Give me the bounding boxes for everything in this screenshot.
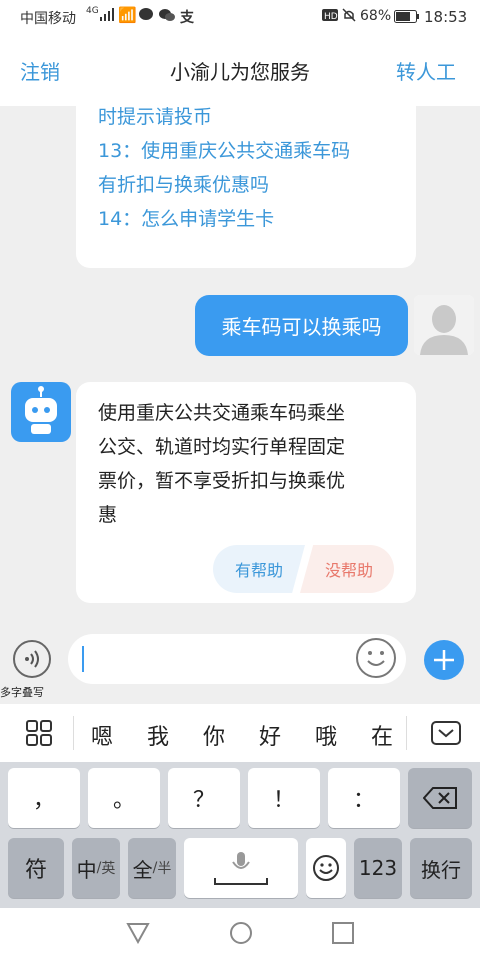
chat-area[interactable]: 时提示请投币 13：使用重庆公共交通乘车码 有折扣与换乘优惠吗 14：怎么申请学… <box>0 106 480 626</box>
symbol-key[interactable]: 符 <box>8 838 64 898</box>
half-width-label: 半 <box>157 861 172 877</box>
key-colon[interactable]: ： <box>328 768 400 828</box>
svg-text:HD: HD <box>324 12 338 22</box>
helpful-button[interactable]: 有帮助 <box>213 545 305 593</box>
signal-icon <box>100 8 114 26</box>
faq-bubble: 时提示请投币 13：使用重庆公共交通乘车码 有折扣与换乘优惠吗 14：怎么申请学… <box>76 106 416 268</box>
recent-apps-icon[interactable] <box>332 922 354 948</box>
numbers-key[interactable]: 123 <box>354 838 402 898</box>
hd-icon: HD <box>322 8 338 26</box>
faq-item[interactable]: 13：使用重庆公共交通乘车码 <box>98 134 350 168</box>
key-question[interactable]: ？ <box>168 768 240 828</box>
battery-percent: 68% <box>360 8 392 24</box>
smiley-icon <box>313 855 339 881</box>
candidate-word[interactable]: 你 <box>203 719 225 751</box>
key-comma[interactable]: ， <box>8 768 80 828</box>
divider <box>406 716 407 750</box>
bot-avatar <box>11 382 71 442</box>
width-toggle-key[interactable]: 全 / 半 <box>128 838 176 898</box>
bot-message-line: 惠 <box>98 504 118 526</box>
network-type: 4G <box>86 6 99 16</box>
backspace-icon <box>423 787 457 809</box>
faq-item[interactable]: 时提示请投币 <box>98 106 212 130</box>
enter-key[interactable]: 换行 <box>410 838 472 898</box>
message-input[interactable] <box>68 634 406 684</box>
alipay-icon: 支 <box>180 10 194 26</box>
user-avatar <box>414 295 474 355</box>
full-width-label: 全 <box>132 857 153 882</box>
mute-icon <box>342 8 356 26</box>
candidate-word[interactable]: 在 <box>371 719 393 751</box>
carrier-name: 中国移动 <box>20 11 76 27</box>
backspace-key[interactable] <box>408 768 472 828</box>
english-label: 英 <box>101 861 116 877</box>
title-bar: 注销 小渝儿为您服务 转人工 <box>0 34 480 106</box>
home-icon[interactable] <box>229 921 253 949</box>
voice-button[interactable] <box>13 640 51 678</box>
bot-message-line: 公交、轨道时均实行单程固定 <box>98 436 346 458</box>
key-exclaim[interactable]: ！ <box>248 768 320 828</box>
handwriting-mode-label[interactable]: 多字叠写 <box>0 684 44 700</box>
status-bar: 中国移动 4G 📶 支 HD 68% 18:53 <box>0 0 480 34</box>
bot-message-bubble: 使用重庆公共交通乘车码乘坐 公交、轨道时均实行单程固定 票价，暂不享受折扣与换乘… <box>76 382 416 603</box>
wechat-icon <box>158 7 176 27</box>
plus-icon <box>434 650 454 670</box>
language-toggle-key[interactable]: 中 / 英 <box>72 838 120 898</box>
transfer-to-human-button[interactable]: 转人工 <box>396 56 456 85</box>
candidate-word[interactable]: 哦 <box>315 719 337 751</box>
voice-wave-icon <box>25 650 39 668</box>
chinese-label: 中 <box>76 857 97 882</box>
add-button[interactable] <box>424 640 464 680</box>
collapse-keyboard-icon[interactable] <box>431 721 461 749</box>
microphone-icon <box>214 852 268 885</box>
bot-message-line: 使用重庆公共交通乘车码乘坐 <box>98 402 346 424</box>
candidate-word[interactable]: 嗯 <box>91 719 113 751</box>
faq-item[interactable]: 14：怎么申请学生卡 <box>98 202 274 236</box>
wifi-icon: 📶 <box>118 6 137 24</box>
clock: 18:53 <box>424 8 468 26</box>
input-bar: 多字叠写 <box>0 626 480 704</box>
keyboard: ， 。 ？ ！ ： 符 中 / 英 全 / 半 123 换行 <box>0 762 480 908</box>
battery-icon <box>394 10 420 27</box>
not-helpful-button[interactable]: 没帮助 <box>300 545 394 593</box>
text-cursor <box>82 646 84 672</box>
smiley-icon <box>367 651 385 666</box>
candidate-word[interactable]: 好 <box>259 719 281 751</box>
user-message-bubble: 乘车码可以换乘吗 <box>195 295 408 356</box>
emoji-button[interactable] <box>356 638 396 678</box>
candidate-bar: 嗯 我 你 好 哦 在 <box>0 704 480 762</box>
back-icon[interactable] <box>126 922 150 948</box>
bot-message-line: 票价，暂不享受折扣与换乘优 <box>98 470 346 492</box>
emoji-key[interactable] <box>306 838 346 898</box>
chat-notification-icon <box>138 7 154 27</box>
divider <box>73 716 74 750</box>
space-key[interactable] <box>184 838 298 898</box>
navigation-bar <box>0 908 480 960</box>
grid-menu-icon[interactable] <box>26 720 52 750</box>
candidate-word[interactable]: 我 <box>147 719 169 751</box>
key-period[interactable]: 。 <box>88 768 160 828</box>
faq-item: 有折扣与换乘优惠吗 <box>98 174 270 196</box>
